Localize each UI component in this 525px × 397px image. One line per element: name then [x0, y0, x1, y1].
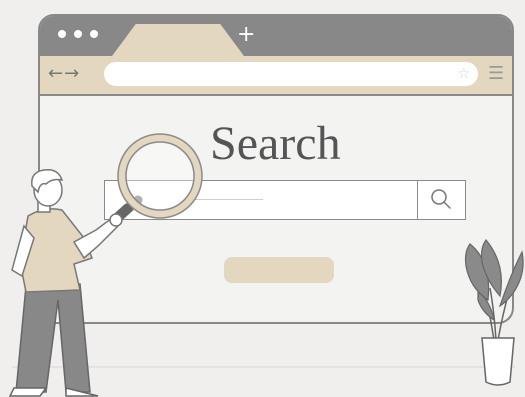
- illustration-scene: + ←→ ☆ ☰ Search: [0, 0, 525, 397]
- plant-illustration: [464, 239, 524, 386]
